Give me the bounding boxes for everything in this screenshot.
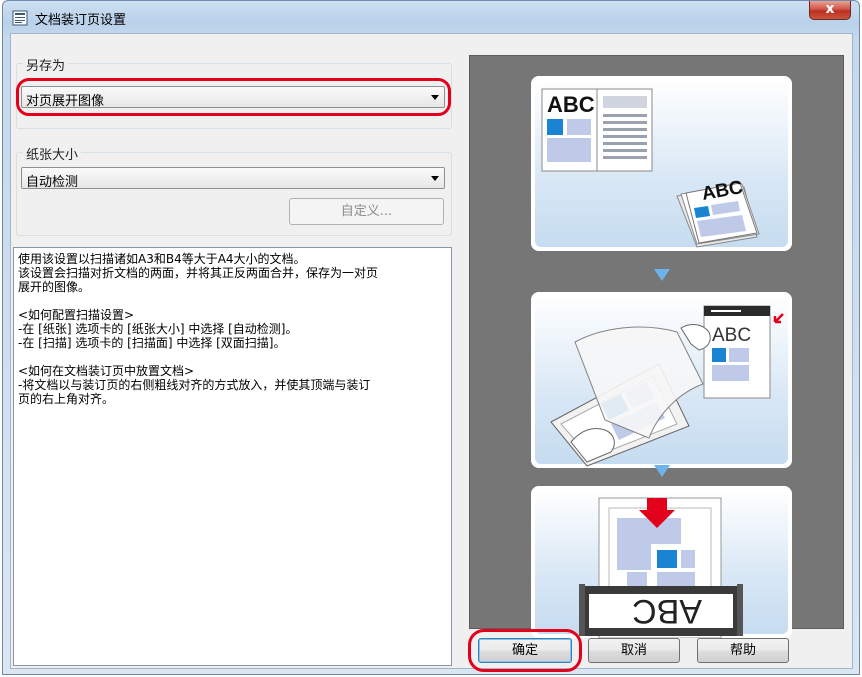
- step2-abc-text: ABC: [712, 325, 751, 346]
- illustration-panel: ABC ABC ABC ABC: [469, 55, 844, 638]
- spread-page-illustration: ABC ABC: [541, 88, 760, 248]
- window-title: 文档装订页设置: [35, 13, 127, 28]
- help-button[interactable]: 帮助: [697, 638, 789, 663]
- chevron-down-icon: [431, 95, 439, 100]
- title-bar[interactable]: 文档装订页设置 x: [3, 1, 859, 35]
- arrow-down-icon: [654, 465, 670, 477]
- save-as-dropdown[interactable]: 对页展开图像: [21, 86, 445, 109]
- close-icon: x: [825, 1, 835, 17]
- chevron-down-icon: [431, 176, 439, 181]
- step3-abc-text: ABC: [632, 592, 702, 630]
- step2-panel: ABC: [531, 292, 792, 468]
- step3-panel: ABC: [531, 486, 792, 638]
- step1-abc-text: ABC: [547, 92, 595, 117]
- paper-size-label: 纸张大小: [23, 144, 82, 163]
- dialog-content: 另存为 对页展开图像 纸张大小 自动检测 自定义... 使用该设置以扫描诸如A3…: [10, 33, 853, 672]
- insert-document-illustration: ABC: [550, 305, 784, 467]
- scanner-feed-illustration: ABC: [579, 497, 743, 638]
- save-as-value: 对页展开图像: [26, 94, 105, 109]
- ok-button[interactable]: 确定: [478, 638, 572, 663]
- custom-size-button[interactable]: 自定义...: [289, 198, 444, 225]
- arrow-down-icon: [654, 269, 670, 281]
- step1-panel: ABC ABC: [531, 76, 792, 251]
- paper-size-value: 自动检测: [26, 175, 79, 190]
- save-as-label: 另存为: [23, 55, 69, 74]
- paper-size-dropdown[interactable]: 自动检测: [21, 167, 445, 190]
- close-button[interactable]: x: [809, 1, 851, 20]
- dialog-window: 文档装订页设置 x 另存为 对页展开图像 纸张大小 自动检测 自定义... 使用…: [2, 0, 860, 675]
- cancel-button[interactable]: 取消: [588, 638, 680, 663]
- description-text: 使用该设置以扫描诸如A3和B4等大于A4大小的文档。 该设置会扫描对折文档的两面…: [13, 247, 452, 666]
- document-icon: [12, 10, 28, 26]
